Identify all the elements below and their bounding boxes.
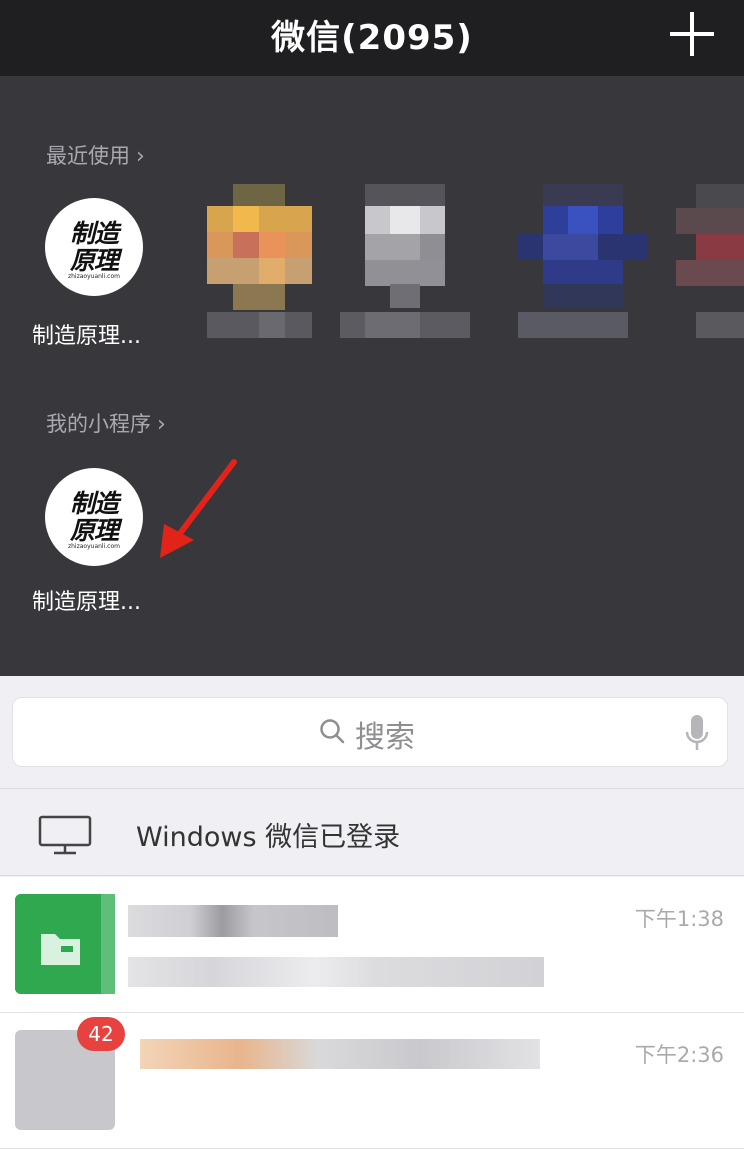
chat-time: 下午1:38 [634,907,724,931]
pixelated-recent-item[interactable] [207,184,312,344]
logo-domain: zhizaoyuanli.com [67,273,120,280]
chat-list-item[interactable]: 42 下午2:36 [0,1013,744,1149]
chat-title-obscured [140,1039,540,1069]
my-mini-programs-header[interactable]: 我的小程序 › [46,408,166,438]
windows-login-text: Windows 微信已登录 [136,822,401,853]
recent-section-header[interactable]: 最近使用 › [46,140,145,170]
unread-badge: 42 [77,1017,125,1051]
recent-section-label: 最近使用 [46,144,130,168]
chevron-right-icon: › [157,412,166,437]
red-arrow-annotation [160,459,237,558]
page-title: 微信(2095) [271,18,473,58]
microphone-icon[interactable] [685,714,709,752]
app-logo: 制造 原理 zhizaoyuanli.com [45,468,143,566]
pixelated-recent-item[interactable] [676,184,744,344]
windows-login-banner[interactable]: Windows 微信已登录 [0,788,744,876]
pixelated-recent-item[interactable] [340,184,470,344]
logo-domain: zhizaoyuanli.com [67,543,120,550]
recent-item-label: 制造原理... [32,324,141,349]
app-logo: 制造 原理 zhizaoyuanli.com [45,198,143,296]
chat-title-obscured [128,905,338,937]
my-mini-programs-label: 我的小程序 [46,412,151,436]
chat-preview-obscured [128,957,544,987]
file-transfer-avatar [15,894,115,994]
chat-list-item[interactable]: 下午1:38 [0,877,744,1013]
top-bar: 微信(2095) [0,0,744,76]
logo-text-line2: 原理 [69,246,119,275]
chat-time: 下午2:36 [634,1043,724,1067]
folder-icon [15,894,115,994]
mini-program-panel: 最近使用 › 制造 原理 zhizaoyuanli.com 制造原理... 我的… [0,76,744,676]
search-placeholder: 搜索 [355,720,415,755]
search-bar[interactable]: 搜索 [12,697,728,767]
logo-text-line2: 原理 [69,516,119,545]
plus-icon[interactable] [670,12,714,56]
mini-program-item-label: 制造原理... [32,590,141,615]
monitor-icon [38,815,92,855]
pixelated-recent-item[interactable] [518,184,648,344]
chevron-right-icon: › [136,144,145,169]
search-icon [320,719,345,744]
